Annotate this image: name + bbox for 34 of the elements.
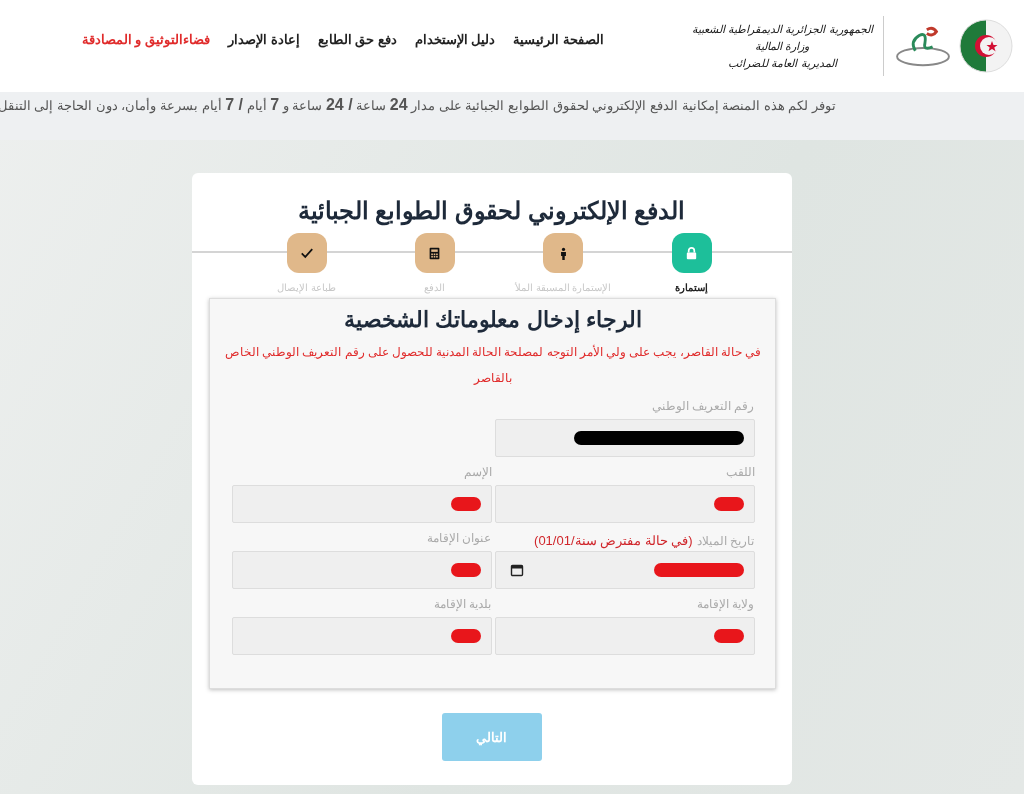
step-indicator[interactable]: [543, 233, 584, 273]
card-title: الدفع الإلكتروني لحقوق الطوابع الجبائية: [296, 197, 687, 225]
form-heading: الرجاء إدخال معلوماتك الشخصية: [343, 307, 643, 333]
field-label: اللقب: [724, 465, 755, 481]
step-indicator[interactable]: [414, 233, 455, 273]
nav-link[interactable]: دليل الإستخدام: [414, 31, 496, 47]
step-label: إستمارة: [675, 282, 708, 293]
input-field[interactable]: [494, 419, 755, 457]
logo-text: الجمهورية الجزائرية الديمقراطية الشعبية: [691, 21, 873, 38]
calendar-icon[interactable]: [509, 563, 524, 577]
nav-link[interactable]: دفع حق الطابع: [317, 31, 397, 47]
field-label: رقم التعريف الوطني: [650, 399, 755, 415]
nav-link[interactable]: إعادة الإصدار: [227, 31, 300, 47]
field-label: تاريخ الميلاد: [697, 534, 755, 548]
input-field[interactable]: [231, 617, 492, 655]
lock-icon: [684, 245, 699, 261]
nav-link[interactable]: فضاءالتوثيق و المصادقة: [81, 31, 210, 47]
checkmark-icon: [299, 246, 314, 260]
field-label: الإسم: [462, 465, 492, 481]
input-field[interactable]: [494, 617, 755, 655]
field-note: (في حالة مفترض سنة/01/01): [534, 533, 693, 548]
nav-link[interactable]: الصفحة الرئيسية: [513, 31, 604, 47]
field-label: عنوان الإقامة: [426, 531, 492, 547]
calculator-icon: [428, 245, 442, 261]
input-field[interactable]: [231, 551, 492, 589]
notice-text: في حالة القاصر، يجب على ولي الأمر التوجه لمصلحة الحالة المدنية للحصول على رقم التعريف الوطني الخاص بالقاصر: [223, 343, 763, 387]
logo-text: وزارة المالية: [754, 38, 811, 55]
input-field[interactable]: [231, 485, 492, 523]
date-field[interactable]: [494, 551, 755, 589]
logo-text: المديرية العامة للضرائب: [726, 55, 839, 72]
input-field[interactable]: [494, 485, 755, 523]
flag-logo-icon: [958, 18, 1014, 74]
field-label: ولاية الإقامة: [696, 597, 755, 613]
field-label: بلدية الإقامة: [433, 597, 492, 613]
